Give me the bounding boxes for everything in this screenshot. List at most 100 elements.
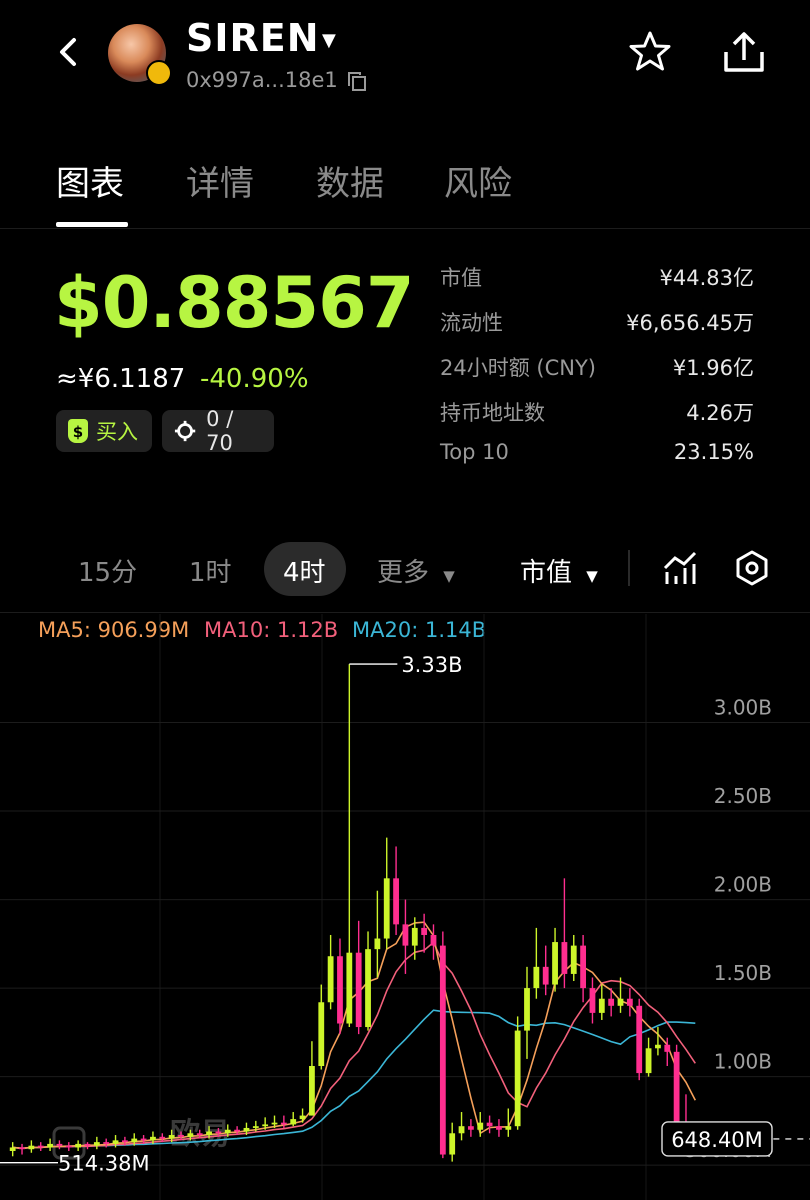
candle-body: [552, 942, 558, 985]
candle-body: [196, 1133, 203, 1136]
contract-address: 0x997a...18e1: [186, 68, 338, 92]
settings-hexagon-icon[interactable]: [734, 550, 770, 586]
chevron-down-icon: ▼: [586, 567, 598, 585]
candle-body: [421, 927, 428, 935]
candle-body: [252, 1126, 259, 1128]
timeframe-4h[interactable]: 4时: [283, 552, 326, 589]
candle-body: [103, 1142, 110, 1144]
candle-body: [393, 878, 399, 925]
candle-body: [56, 1143, 63, 1146]
candle-body: [439, 945, 446, 1155]
candle-body: [318, 1002, 325, 1066]
price-usd: $0.88567: [54, 262, 415, 344]
candle-body: [327, 956, 334, 1003]
more-timeframes-button[interactable]: 更多 ▼: [377, 552, 455, 589]
tab-details[interactable]: 详情: [186, 156, 254, 205]
candle-body: [458, 1126, 465, 1134]
metric-selector[interactable]: 市值 ▼: [520, 552, 598, 589]
y-tick-label: 2.00B: [714, 873, 772, 897]
candle-body: [187, 1133, 194, 1137]
candle-body: [150, 1136, 156, 1141]
timeframe-1h[interactable]: 1时: [189, 552, 232, 589]
star-icon[interactable]: [626, 28, 674, 76]
token-name[interactable]: SIREN: [186, 16, 320, 60]
y-tick-label: 1.50B: [714, 961, 772, 985]
track-count: 0 / 70: [206, 407, 234, 455]
candle-body: [309, 1066, 315, 1116]
track-button[interactable]: 0 / 70: [162, 407, 274, 455]
candle-body: [449, 1133, 456, 1155]
candle-body: [580, 945, 587, 989]
candle-body: [243, 1127, 250, 1132]
candle-body: [496, 1126, 502, 1130]
low-label: 514.38M: [58, 1152, 150, 1176]
y-tick-label: 2.50B: [714, 784, 772, 808]
candle-body: [636, 1005, 643, 1074]
share-icon[interactable]: [720, 28, 768, 76]
chain-badge-icon: [146, 60, 172, 86]
candle-body: [477, 1122, 484, 1130]
candle-body: [524, 988, 530, 1031]
stat-value: 4.26万: [686, 401, 754, 425]
candle-body: [402, 924, 409, 946]
candle-body: [28, 1145, 35, 1150]
candle-body: [505, 1126, 512, 1130]
candle-body: [430, 934, 437, 946]
candle-body: [159, 1136, 166, 1139]
candle-body: [673, 1051, 680, 1127]
candle-body: [514, 1030, 521, 1127]
candle-body: [224, 1129, 231, 1134]
stat-label: 流动性: [440, 311, 503, 335]
candle-body: [337, 956, 343, 1024]
candle-body: [93, 1142, 100, 1146]
candle-body: [140, 1138, 147, 1141]
candle-body: [19, 1147, 25, 1150]
candle-body: [75, 1143, 82, 1148]
candle-body: [9, 1147, 16, 1151]
ma20-line: [12, 1009, 696, 1150]
candle-body: [84, 1143, 91, 1146]
stat-value: ¥6,656.45万: [626, 311, 754, 335]
candle-body: [299, 1115, 306, 1120]
money-bag-icon: $: [68, 419, 88, 443]
candle-body: [178, 1135, 184, 1137]
stat-label: 24小时额 (CNY): [440, 356, 596, 380]
y-tick-label: 1.00B: [714, 1050, 772, 1074]
back-arrow-icon[interactable]: [50, 30, 90, 74]
chevron-down-icon: ▼: [443, 567, 455, 585]
candle-body: [608, 998, 615, 1006]
copy-icon[interactable]: [346, 70, 368, 92]
candle-body: [262, 1124, 269, 1127]
candle-body: [215, 1131, 222, 1134]
stat-value: 23.15%: [673, 440, 754, 464]
candle-body: [486, 1122, 493, 1127]
buy-button[interactable]: $ 买入: [56, 410, 152, 452]
candle-body: [290, 1119, 297, 1125]
candle-body: [598, 998, 605, 1013]
price-change: -40.90%: [200, 364, 309, 394]
price-chart[interactable]: 3.00B2.50B2.00B1.50B1.00B500.00M欧易3.33B5…: [0, 614, 810, 1200]
candle-body: [112, 1140, 119, 1144]
candle-body: [664, 1044, 671, 1052]
candle-body: [411, 927, 418, 946]
candle-body: [206, 1131, 212, 1136]
tab-chart[interactable]: 图表: [56, 156, 124, 205]
stat-value: ¥1.96亿: [672, 356, 754, 380]
candle-body: [271, 1122, 278, 1125]
candle-body: [37, 1145, 44, 1148]
buy-label: 买入: [96, 420, 138, 444]
divider: [0, 228, 810, 229]
candle-body: [383, 878, 390, 939]
candle-body: [374, 938, 381, 950]
candle-body: [346, 952, 353, 1024]
crosshair-icon: [174, 420, 196, 442]
timeframe-15m[interactable]: 15分: [78, 552, 137, 589]
indicator-icon[interactable]: [662, 550, 698, 586]
chevron-down-icon[interactable]: ▼: [322, 30, 336, 51]
candle-body: [617, 998, 624, 1006]
candle-body: [65, 1145, 72, 1148]
tab-data[interactable]: 数据: [316, 156, 384, 205]
candle-body: [542, 966, 549, 985]
candle-body: [655, 1044, 661, 1049]
tab-risk[interactable]: 风险: [444, 156, 512, 205]
